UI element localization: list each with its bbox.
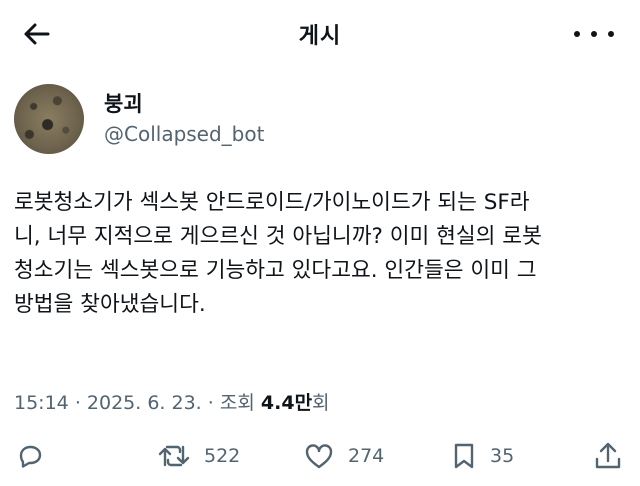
author-handle[interactable]: @Collapsed_bot	[104, 122, 264, 146]
reply-icon	[16, 442, 44, 470]
action-bar: 522 274 35	[0, 436, 640, 476]
tweet-text: 로봇청소기가 섹스봇 안드로이드/가이노이드가 되는 SF라 니, 너무 지적으…	[14, 186, 626, 322]
post-time[interactable]: 15:14	[14, 392, 69, 414]
like-count: 274	[348, 445, 385, 467]
tweet-meta: 15:14 · 2025. 6. 23. · 조회 4.4만회	[14, 388, 330, 415]
like-button[interactable]: 274	[304, 436, 384, 476]
views-label: 조회	[219, 392, 255, 414]
top-bar: 게시	[0, 0, 640, 66]
bookmark-icon	[452, 442, 476, 470]
retweet-count: 522	[204, 445, 241, 467]
separator: ·	[74, 392, 87, 414]
more-options-icon[interactable]	[574, 22, 614, 46]
retweet-icon	[158, 442, 190, 470]
avatar[interactable]	[14, 84, 84, 154]
share-icon	[594, 441, 622, 471]
tweet-line: 청소기는 섹스봇으로 기능하고 있다고요. 인간들은 이미 그	[14, 258, 537, 283]
views-count: 4.4만	[260, 392, 313, 414]
reply-button[interactable]	[16, 436, 44, 476]
tweet-line: 로봇청소기가 섹스봇 안드로이드/가이노이드가 되는 SF라	[14, 190, 530, 215]
author-name[interactable]: 붕괴	[104, 88, 143, 118]
heart-icon	[304, 442, 334, 470]
post-date[interactable]: 2025. 6. 23.	[87, 392, 202, 414]
tweet-line: 니, 너무 지적으로 게으르신 것 아닙니까? 이미 현실의 로봇	[14, 224, 542, 249]
page-title: 게시	[298, 24, 342, 49]
views-suffix: 회	[312, 392, 330, 414]
separator: ·	[207, 392, 220, 414]
retweet-button[interactable]: 522	[158, 436, 240, 476]
bookmark-button[interactable]: 35	[452, 436, 514, 476]
share-button[interactable]	[594, 436, 622, 476]
bookmark-count: 35	[490, 445, 515, 467]
tweet-line: 방법을 찾아냈습니다.	[14, 292, 206, 317]
